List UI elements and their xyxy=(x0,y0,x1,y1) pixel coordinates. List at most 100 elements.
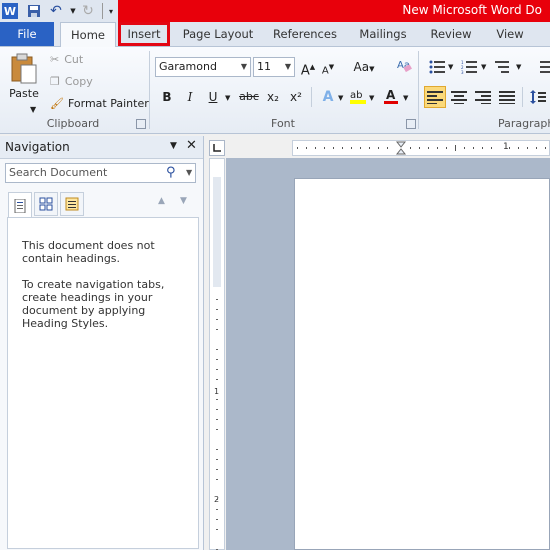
results-icon xyxy=(65,197,79,211)
paste-label: Paste xyxy=(9,87,39,100)
customize-icon[interactable]: ▾ xyxy=(102,3,119,19)
font-size-combo[interactable]: 11 ▼ xyxy=(253,57,295,77)
search-options-icon[interactable]: ▼ xyxy=(186,164,192,182)
align-center-icon[interactable] xyxy=(448,86,470,108)
font-name-combo[interactable]: Garamond ▼ xyxy=(155,57,251,77)
word-logo-icon[interactable]: W xyxy=(2,3,18,19)
clipboard-launcher-icon[interactable] xyxy=(136,119,146,129)
strikethrough-button[interactable]: abc xyxy=(237,87,261,107)
ruler-margin xyxy=(213,177,221,287)
bullets-icon[interactable] xyxy=(426,56,448,78)
navigation-header: Navigation ▼ ✕ xyxy=(0,136,203,159)
tab-mailings[interactable]: Mailings xyxy=(352,22,414,46)
ruler-tick xyxy=(216,479,218,480)
search-document-input[interactable]: Search Document ⚲ ▼ xyxy=(5,163,196,183)
grow-font-button[interactable]: A▲ xyxy=(298,57,318,79)
decrease-indent-icon[interactable] xyxy=(532,56,550,78)
tab-references[interactable]: References xyxy=(268,22,342,46)
undo-icon[interactable]: ↶ xyxy=(48,3,64,19)
tab-selector-button[interactable] xyxy=(209,140,225,156)
tab-home[interactable]: Home xyxy=(60,22,116,48)
ruler-tick xyxy=(216,359,218,360)
multilevel-list-icon[interactable] xyxy=(492,56,514,78)
underline-dropdown-icon[interactable]: ▼ xyxy=(225,94,230,102)
bullets-dropdown-icon[interactable]: ▼ xyxy=(448,63,453,71)
format-painter-label: Format Painter xyxy=(67,97,149,110)
subscript-button[interactable]: x₂ xyxy=(263,87,283,107)
tab-page-layout[interactable]: Page Layout xyxy=(180,22,256,46)
save-icon[interactable] xyxy=(26,3,42,19)
tab-view[interactable]: View xyxy=(488,22,532,46)
heading-help-message: To create navigation tabs, create headin… xyxy=(22,278,165,330)
tab-insert[interactable]: Insert xyxy=(118,22,170,46)
justify-icon[interactable] xyxy=(496,86,518,108)
format-painter-button[interactable]: 🖌 Format Painter xyxy=(50,97,149,110)
chevron-down-icon: ▼ xyxy=(240,62,247,71)
highlight-icon[interactable]: ab xyxy=(348,87,368,107)
tab-file[interactable]: File xyxy=(0,22,54,46)
pane-options-icon[interactable]: ▼ xyxy=(170,141,177,151)
ruler-number: 1 xyxy=(214,387,220,396)
underline-button[interactable]: U xyxy=(203,87,223,107)
shrink-font-button[interactable]: A▼ xyxy=(318,57,338,77)
browse-results-tab[interactable] xyxy=(60,192,84,216)
paintbrush-icon: 🖌 xyxy=(50,97,64,110)
navigation-results xyxy=(7,217,199,549)
numbering-dropdown-icon[interactable]: ▼ xyxy=(481,63,486,71)
paste-dropdown-icon[interactable]: ▼ xyxy=(30,105,36,114)
ruler-tick xyxy=(216,329,218,330)
ruler-tick xyxy=(216,519,218,520)
italic-button[interactable]: I xyxy=(180,87,200,107)
font-launcher-icon[interactable] xyxy=(406,119,416,129)
horizontal-ruler[interactable]: 1 xyxy=(292,140,550,156)
search-icon[interactable]: ⚲ xyxy=(166,164,176,182)
vertical-ruler[interactable]: 1 2 xyxy=(209,158,225,550)
ruler-tick xyxy=(216,299,218,300)
browse-pages-tab[interactable] xyxy=(34,192,58,216)
ruler-number: 1 xyxy=(503,142,509,152)
change-case-label: Aa xyxy=(353,60,370,74)
ruler-tick xyxy=(216,409,218,410)
ruler-tick xyxy=(216,429,218,430)
redo-icon[interactable]: ↻ xyxy=(80,3,96,19)
close-icon[interactable]: ✕ xyxy=(186,138,197,153)
copy-button[interactable]: ❐ Copy xyxy=(50,75,93,88)
align-right-icon[interactable] xyxy=(472,86,494,108)
next-arrow-icon[interactable]: ▼ xyxy=(180,196,187,206)
scissors-icon: ✂ xyxy=(50,53,60,66)
window-title: New Microsoft Word Do xyxy=(402,3,542,17)
line-spacing-icon[interactable] xyxy=(527,86,549,108)
ribbon-tabs: File Home Insert Page Layout References … xyxy=(0,22,550,48)
navigation-title: Navigation xyxy=(5,140,70,154)
group-divider xyxy=(418,51,419,129)
undo-dropdown-icon[interactable]: ▼ xyxy=(65,3,81,19)
multilevel-dropdown-icon[interactable]: ▼ xyxy=(516,63,521,71)
bold-button[interactable]: B xyxy=(157,87,177,107)
text-effects-dropdown-icon[interactable]: ▼ xyxy=(338,94,343,102)
headings-icon xyxy=(14,198,26,213)
grow-font-label: A xyxy=(300,63,310,79)
previous-arrow-icon[interactable]: ▲ xyxy=(158,196,165,206)
cut-button[interactable]: ✂ Cut xyxy=(50,53,83,66)
copy-icon: ❐ xyxy=(50,75,60,88)
tab-review[interactable]: Review xyxy=(424,22,478,46)
group-divider xyxy=(522,87,523,107)
text-effects-icon[interactable]: A xyxy=(318,87,338,107)
highlight-dropdown-icon[interactable]: ▼ xyxy=(369,94,374,102)
superscript-button[interactable]: x² xyxy=(286,87,306,107)
ruler-tick xyxy=(216,419,218,420)
paragraph-group-label: Paragraph xyxy=(498,117,550,130)
font-group-label: Font xyxy=(271,117,295,130)
browse-headings-tab[interactable] xyxy=(8,192,32,218)
ruler-tick xyxy=(216,499,218,500)
document-page[interactable] xyxy=(294,178,550,550)
font-size-value: 11 xyxy=(257,60,271,73)
numbering-icon[interactable]: 123 xyxy=(458,56,480,78)
font-color-dropdown-icon[interactable]: ▼ xyxy=(403,94,408,102)
change-case-button[interactable]: Aa▼ xyxy=(350,57,378,77)
font-color-icon[interactable]: A xyxy=(381,87,401,107)
clear-formatting-icon[interactable]: Aa xyxy=(394,57,414,77)
align-left-icon[interactable] xyxy=(424,86,446,108)
navigation-pane: Navigation ▼ ✕ Search Document ⚲ ▼ ▲ ▼ T… xyxy=(0,136,204,550)
paste-button[interactable]: Paste xyxy=(6,53,42,100)
